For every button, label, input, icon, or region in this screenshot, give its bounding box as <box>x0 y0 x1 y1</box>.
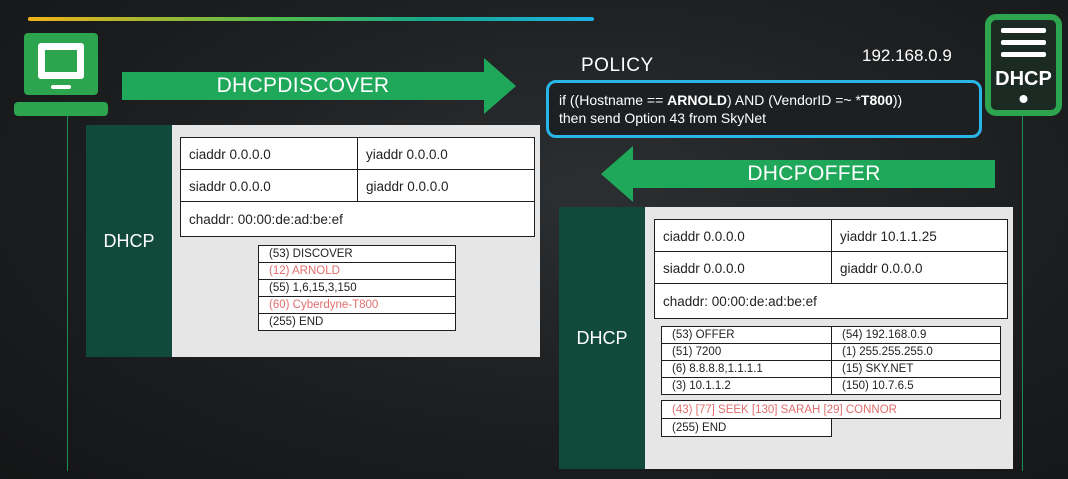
offer-dhcp-label: DHCP <box>559 207 645 469</box>
offer-option: (15) SKY.NET <box>831 360 1001 378</box>
server-timeline <box>1022 116 1023 471</box>
offer-option-43: (43) [77] SEEK [130] SARAH [29] CONNOR <box>661 400 1001 419</box>
offer-option: (54) 192.168.0.9 <box>831 326 1001 344</box>
server-icon: DHCP <box>985 14 1062 116</box>
offer-yiaddr: yiaddr 10.1.1.25 <box>831 219 1008 253</box>
offer-giaddr: giaddr 0.0.0.0 <box>831 251 1008 285</box>
offer-packet: ciaddr 0.0.0.0 yiaddr 10.1.1.25 siaddr 0… <box>645 207 1013 469</box>
dhcpoffer-label: DHCPOFFER <box>747 162 881 185</box>
discover-siaddr: siaddr 0.0.0.0 <box>180 169 359 203</box>
offer-option: (150) 10.7.6.5 <box>831 377 1001 395</box>
discover-option: (255) END <box>258 313 456 331</box>
discover-giaddr: giaddr 0.0.0.0 <box>357 169 535 203</box>
policy-condition: if ((Hostname == ARNOLD) AND (VendorID =… <box>559 92 903 108</box>
policy-action: then send Option 43 from SkyNet <box>559 110 766 126</box>
discover-option: (55) 1,6,15,3,150 <box>258 279 456 297</box>
discover-chaddr: chaddr: 00:00:de:ad:be:ef <box>180 201 535 237</box>
offer-option: (1) 255.255.255.0 <box>831 343 1001 361</box>
offer-option: (3) 10.1.1.2 <box>661 377 832 395</box>
discover-option-hostname: (12) ARNOLD <box>258 262 456 280</box>
discover-option: (53) DISCOVER <box>258 245 456 263</box>
policy-box: if ((Hostname == ARNOLD) AND (VendorID =… <box>546 80 982 138</box>
discover-packet: ciaddr 0.0.0.0 yiaddr 0.0.0.0 siaddr 0.0… <box>172 125 540 357</box>
offer-siaddr: siaddr 0.0.0.0 <box>654 251 833 285</box>
offer-option: (51) 7200 <box>661 343 832 361</box>
dhcpdiscover-label: DHCPDISCOVER <box>216 74 390 97</box>
discover-yiaddr: yiaddr 0.0.0.0 <box>357 137 535 171</box>
server-ip: 192.168.0.9 <box>862 46 952 65</box>
discover-dhcp-label: DHCP <box>86 125 172 357</box>
offer-option: (6) 8.8.8.8,1.1.1.1 <box>661 360 832 378</box>
dhcpoffer-arrow: DHCPOFFER <box>601 146 995 202</box>
offer-option-end: (255) END <box>661 418 832 437</box>
offer-ciaddr: ciaddr 0.0.0.0 <box>654 219 833 253</box>
server-label: DHCP <box>995 68 1052 90</box>
dhcpdiscover-arrow: DHCPDISCOVER <box>122 58 516 114</box>
discover-option-vendor: (60) Cyberdyne-T800 <box>258 296 456 314</box>
offer-chaddr: chaddr: 00:00:de:ad:be:ef <box>654 283 1008 319</box>
client-timeline <box>67 116 68 471</box>
title-accent-bar <box>28 17 594 21</box>
offer-option: (53) OFFER <box>661 326 832 344</box>
laptop-icon <box>14 30 108 118</box>
discover-ciaddr: ciaddr 0.0.0.0 <box>180 137 359 171</box>
policy-title: POLICY <box>581 55 654 76</box>
